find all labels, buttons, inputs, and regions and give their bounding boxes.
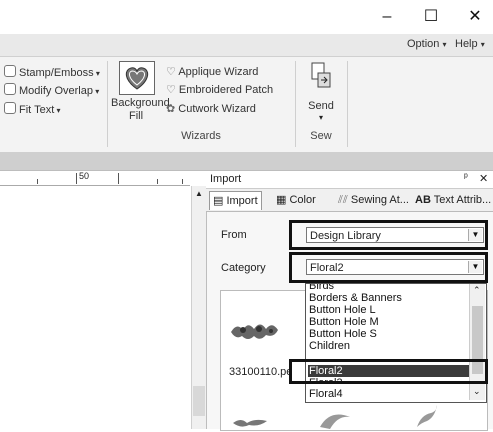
chevron-down-icon: ▾ (318, 113, 323, 122)
dropdown-item[interactable]: Birds (309, 284, 334, 292)
dropdown-item[interactable]: Floral4 (309, 388, 343, 400)
dropdown-item[interactable]: Button Hole S (309, 328, 377, 340)
ruler: 50 (0, 171, 190, 186)
background-fill-icon (119, 61, 155, 95)
tab-text-label: Text Attrib... (433, 194, 492, 206)
floral-thumbnail[interactable] (411, 403, 441, 429)
option-menu[interactable]: Option ▾ (407, 38, 447, 50)
tab-sewing-label: Sewing At... (350, 194, 409, 206)
import-icon: ▤ (213, 195, 227, 207)
tab-import[interactable]: ▤ Import (209, 191, 262, 210)
ruler-label: 50 (79, 171, 90, 181)
fit-text-button[interactable]: Fit Text ▾ (4, 102, 61, 116)
panel-header: Import ᵖ ✕ (206, 171, 493, 189)
title-bar: – ☐ ✕ (0, 0, 493, 34)
stamp-icon (4, 65, 16, 77)
canvas-scrollbar[interactable]: ▲ (191, 186, 207, 429)
from-select[interactable]: Design Library ▼ (306, 227, 484, 243)
from-select-value: Design Library (310, 230, 381, 242)
scroll-down-icon[interactable]: ⌄ (473, 386, 481, 397)
modify-overlap-button[interactable]: Modify Overlap ▾ (4, 83, 99, 97)
ribbon: Stamp/Emboss ▾ Modify Overlap ▾ Fit Text… (0, 57, 493, 153)
scroll-up-icon[interactable]: ▲ (195, 189, 203, 198)
scroll-up-icon[interactable]: ⌃ (473, 285, 481, 296)
background-fill-label-2: Fill (128, 110, 144, 122)
send-button[interactable]: Send ▾ (302, 61, 340, 127)
panel-close-icon[interactable]: ✕ (479, 172, 488, 185)
send-icon (309, 61, 333, 91)
selected-item-highlight-box (289, 359, 488, 384)
dropdown-item[interactable]: Button Hole M (309, 316, 379, 328)
tab-color[interactable]: ▦ Color (273, 191, 319, 209)
panel-title: Import (210, 173, 242, 185)
ribbon-separator (347, 61, 348, 147)
dropdown-item[interactable]: Children (309, 340, 350, 352)
send-label: Send (308, 100, 334, 112)
fit-text-label: Fit Text (19, 104, 55, 116)
help-label: Help (455, 38, 478, 50)
cutwork-wizard-label: Cutwork Wizard (178, 103, 256, 115)
wizards-group-label: Wizards (181, 130, 221, 142)
tab-text-attributes[interactable]: AB Text Attrib... (412, 191, 493, 209)
ruler-tick (118, 173, 119, 184)
menu-row: Option ▾ Help ▾ (0, 34, 493, 57)
heart-icon: ♡ (166, 66, 179, 78)
ribbon-separator (295, 61, 296, 147)
background-fill-label-1: Background (111, 97, 170, 109)
tab-sewing-attributes[interactable]: ⫽⫽ Sewing At... (335, 191, 412, 209)
cutwork-icon: ✿ (166, 103, 179, 115)
stamp-emboss-label: Stamp/Emboss (19, 67, 94, 79)
embroidered-patch-button[interactable]: ♡ Embroidered Patch (166, 83, 273, 96)
chevron-down-icon[interactable]: ▼ (468, 261, 482, 273)
color-icon: ▦ (276, 194, 290, 206)
close-button[interactable]: ✕ (457, 6, 493, 28)
category-select[interactable]: Floral2 ▼ (306, 259, 484, 275)
dropdown-item[interactable]: Button Hole L (309, 304, 376, 316)
chevron-down-icon: ▾ (480, 40, 485, 49)
design-canvas[interactable] (0, 186, 190, 429)
category-select-value: Floral2 (310, 262, 344, 274)
dropdown-item[interactable]: Borders & Banners (309, 292, 402, 304)
cutwork-wizard-button[interactable]: ✿ Cutwork Wizard (166, 102, 256, 115)
applique-wizard-label: Applique Wizard (178, 66, 259, 78)
ruler-tick (182, 179, 183, 184)
overlap-icon (4, 83, 16, 95)
text-icon: AB (415, 194, 431, 206)
sew-group-label: Sew (310, 130, 332, 142)
thumbnail-filename: 33100110.pe (229, 366, 293, 378)
chevron-down-icon: ▾ (92, 87, 100, 96)
toolbar-band (0, 152, 493, 171)
background-fill-button[interactable]: Background Fill (111, 61, 170, 131)
patch-icon: ♡ (166, 84, 179, 96)
embroidered-patch-label: Embroidered Patch (178, 84, 274, 96)
chevron-down-icon: ▾ (442, 40, 447, 49)
tab-import-label: Import (226, 195, 258, 207)
floral-thumbnail[interactable] (229, 316, 281, 344)
from-label: From (221, 229, 247, 241)
ruler-tick (157, 179, 158, 184)
chevron-down-icon: ▾ (93, 69, 100, 78)
stamp-emboss-button[interactable]: Stamp/Emboss ▾ (4, 65, 100, 79)
fit-text-icon (4, 102, 16, 114)
category-label: Category (221, 262, 266, 274)
scroll-thumb[interactable] (193, 386, 205, 416)
pin-icon[interactable]: ᵖ (464, 172, 468, 183)
maximize-button[interactable]: ☐ (413, 6, 449, 28)
ruler-tick (37, 179, 38, 184)
floral-thumbnail[interactable] (316, 409, 356, 429)
sewing-icon: ⫽⫽ (338, 194, 351, 206)
chevron-down-icon: ▾ (54, 106, 61, 115)
modify-overlap-label: Modify Overlap (19, 85, 93, 97)
help-menu[interactable]: Help ▾ (455, 38, 485, 50)
panel-tabs: ▤ Import ▦ Color ⫽⫽ Sewing At... AB Text… (206, 189, 493, 212)
option-label: Option (407, 38, 440, 50)
ruler-tick (76, 173, 77, 184)
category-dropdown-list[interactable]: Birds Borders & Banners Button Hole L Bu… (305, 283, 487, 403)
applique-wizard-button[interactable]: ♡ Applique Wizard (166, 65, 258, 78)
floral-thumbnail[interactable] (231, 415, 271, 429)
minimize-button[interactable]: – (369, 6, 405, 28)
chevron-down-icon[interactable]: ▼ (468, 229, 482, 241)
ribbon-separator (107, 61, 108, 147)
tab-color-label: Color (289, 194, 316, 206)
